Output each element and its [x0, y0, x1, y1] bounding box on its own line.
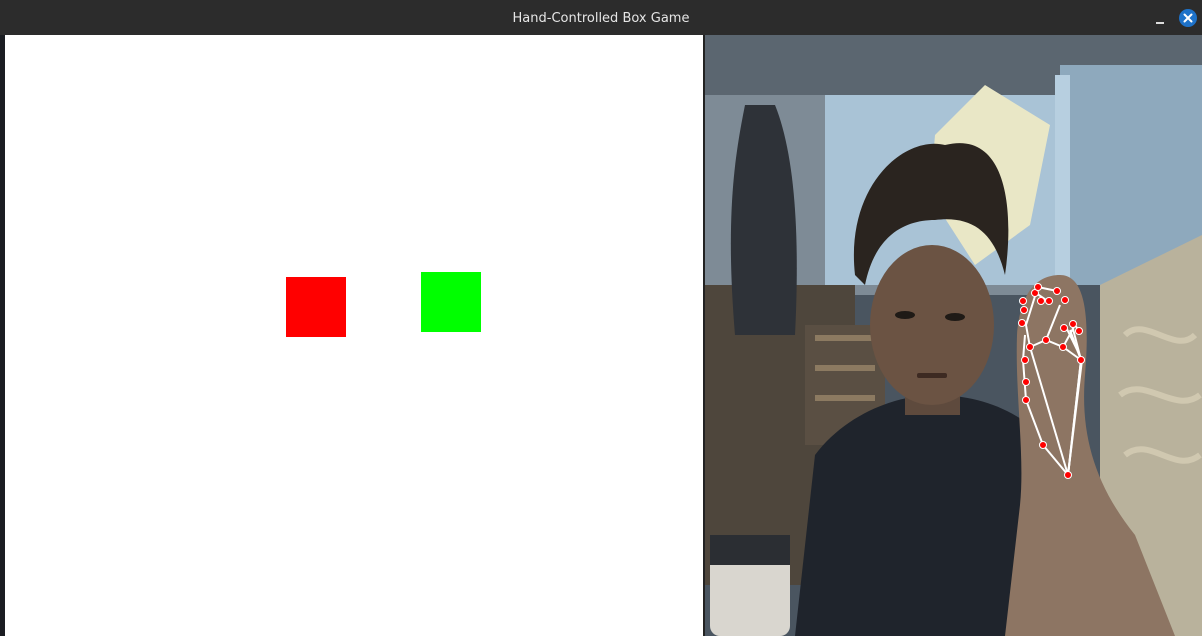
red-box[interactable] [286, 277, 346, 337]
close-button[interactable] [1179, 9, 1197, 27]
window-content [0, 35, 1202, 636]
minimize-button[interactable] [1150, 8, 1170, 28]
green-box[interactable] [421, 272, 481, 332]
webcam-feed [705, 35, 1202, 636]
title-bar[interactable]: Hand-Controlled Box Game [0, 0, 1202, 36]
app-window: Hand-Controlled Box Game [0, 0, 1202, 636]
close-icon [1183, 13, 1193, 23]
game-canvas[interactable] [5, 35, 703, 636]
window-title: Hand-Controlled Box Game [512, 11, 690, 26]
webcam-image [705, 35, 1202, 636]
